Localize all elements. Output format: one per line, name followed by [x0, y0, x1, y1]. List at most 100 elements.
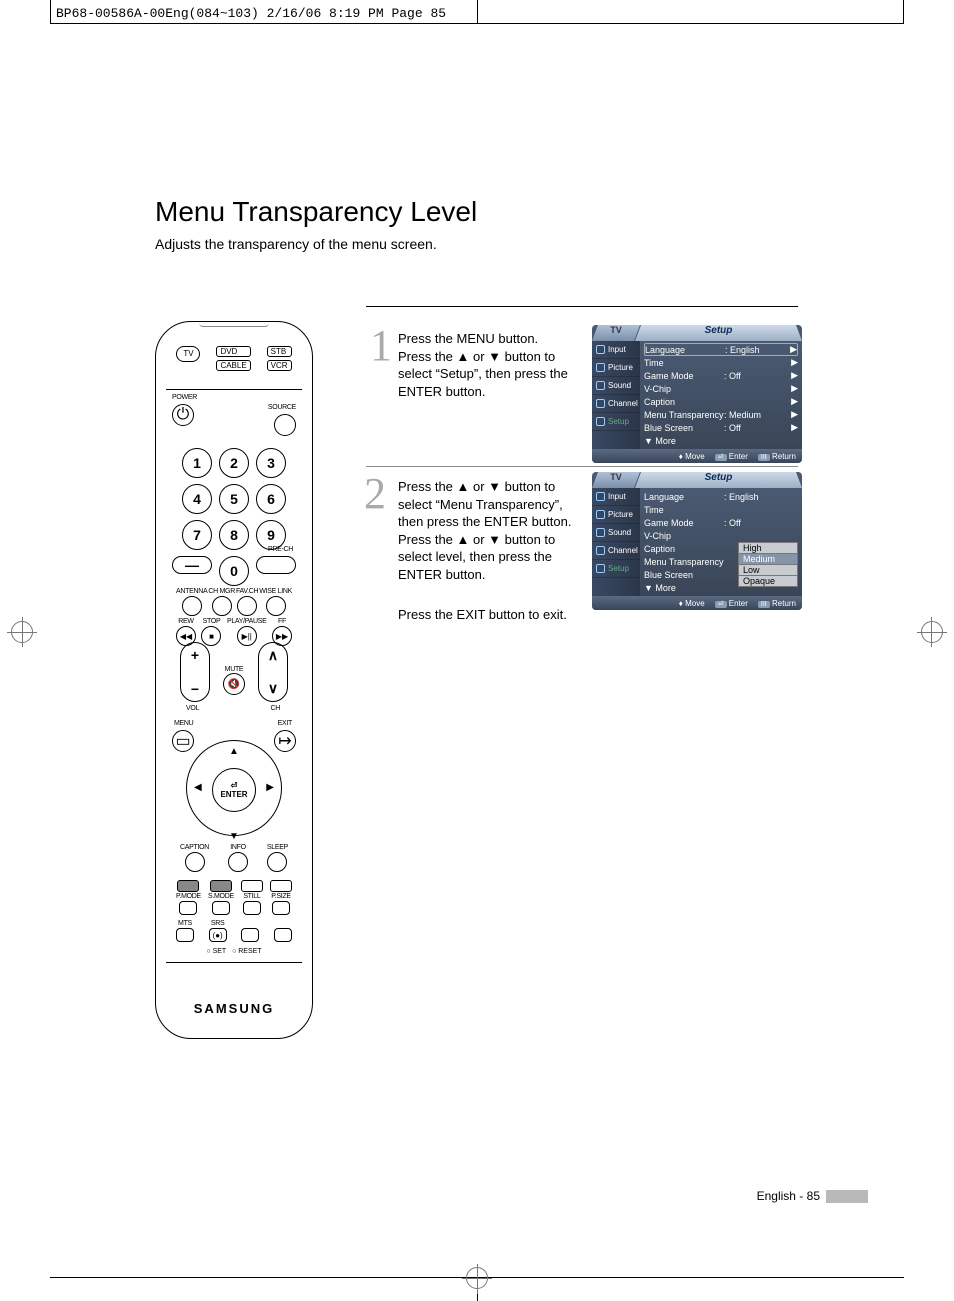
remote-play-label: PLAY/PAUSE: [227, 618, 267, 625]
osd-row-caption: Caption▶: [644, 395, 798, 408]
remote-pmode-button: [179, 901, 197, 915]
remote-reset-label: ○ RESET: [232, 948, 262, 955]
remote-stb-button: STB: [267, 346, 292, 357]
step-2-number: 2: [364, 468, 386, 519]
page-footer-bar: [826, 1190, 868, 1203]
print-slug: BP68-00586A-00Eng(084~103) 2/16/06 8:19 …: [56, 6, 446, 21]
remote-mute-button: 🔇: [223, 673, 245, 695]
remote-digit-7: 7: [182, 520, 212, 550]
remote-cable-button: CABLE: [216, 360, 250, 371]
osd-footer: ♦ Move ⏎ Enter III Return: [592, 449, 802, 463]
osd2-option-opaque: Opaque: [738, 575, 798, 587]
remote-enter-button: ⏎ENTER: [212, 768, 256, 812]
remote-caption-label: CAPTION: [180, 844, 209, 851]
remote-dash-button: —: [172, 556, 212, 574]
remote-blue-button: [270, 880, 292, 892]
remote-green-button: [210, 880, 232, 892]
remote-mute-label: MUTE: [223, 666, 245, 673]
remote-blank1-button: [241, 928, 259, 942]
remote-tv-button: TV: [176, 346, 200, 362]
osd-side-sound: Sound: [592, 377, 640, 395]
remote-power-button: ⏻: [172, 404, 194, 426]
remote-ff-label: FF: [278, 618, 286, 625]
remote-source-button: [274, 414, 296, 441]
remote-antenna-button: [182, 596, 202, 616]
remote-ch-rocker: ∧∨ CH: [258, 642, 288, 702]
remote-digit-0: 0: [219, 556, 249, 586]
remote-favch-label: FAV.CH: [236, 588, 258, 595]
remote-dpad-down-icon: ▼: [229, 831, 239, 842]
osd-tab-setup: Setup: [635, 325, 802, 341]
remote-digit-8: 8: [219, 520, 249, 550]
remote-dpad-up-icon: ▲: [229, 746, 239, 757]
remote-dpad-left-icon: ◀: [194, 782, 202, 793]
remote-info-button: [228, 852, 248, 872]
remote-yellow-button: [241, 880, 263, 892]
step-2-after: Press the EXIT button to exit.: [398, 606, 588, 624]
remote-rew-label: REW: [178, 618, 193, 625]
remote-vcr-button: VCR: [267, 360, 292, 371]
osd-tab-tv: TV: [592, 325, 640, 341]
osd2-row-time: Time: [644, 503, 798, 516]
remote-chmgr-label: CH MGR: [208, 588, 235, 595]
osd2-side-sound: Sound: [592, 524, 640, 542]
remote-psize-button: [272, 901, 290, 915]
remote-exit-label: EXIT: [278, 720, 292, 727]
osd-row-language: Language: English▶: [644, 343, 798, 356]
remote-digit-2: 2: [219, 448, 249, 478]
remote-chmgr-button: [212, 596, 232, 616]
osd-row-time: Time▶: [644, 356, 798, 369]
osd2-options-popup: High Medium Low Opaque: [738, 542, 798, 586]
osd2-main-panel: Language: English Time Game Mode: Off V-…: [640, 488, 802, 596]
osd2-side-setup: Setup: [592, 560, 640, 578]
remote-red-button: [177, 880, 199, 892]
remote-psize-label: P.SIZE: [271, 893, 290, 900]
remote-vol-label: VOL: [186, 705, 199, 712]
osd-sidebar: Input Picture Sound Channel Setup: [592, 341, 640, 449]
osd-row-bluescreen: Blue Screen: Off▶: [644, 421, 798, 434]
remote-prech-label: PRE-CH: [268, 546, 293, 553]
remote-still-button: [243, 901, 261, 915]
osd-row-transparency: Menu Transparency: Medium▶: [644, 408, 798, 421]
remote-stop-label: STOP: [203, 618, 221, 625]
osd2-side-picture: Picture: [592, 506, 640, 524]
remote-caption-button: [185, 852, 205, 872]
remote-blank2-button: [274, 928, 292, 942]
remote-mts-button: [176, 928, 194, 942]
remote-brand-logo: SAMSUNG: [156, 1001, 312, 1016]
osd-side-channel: Channel: [592, 395, 640, 413]
osd-side-setup: Setup: [592, 413, 640, 431]
step-separator: [366, 466, 798, 467]
osd-main-panel: Language: English▶ Time▶ Game Mode: Off▶…: [640, 341, 802, 449]
remote-still-label: STILL: [243, 893, 260, 900]
osd-row-gamemode: Game Mode: Off▶: [644, 369, 798, 382]
remote-wiselink-label: WISE LINK: [259, 588, 292, 595]
page-subtitle: Adjusts the transparency of the menu scr…: [155, 236, 437, 252]
remote-info-label: INFO: [230, 844, 246, 851]
remote-favch-button: [237, 596, 257, 616]
osd2-row-language: Language: English: [644, 490, 798, 503]
osd2-footer: ♦ Move ⏎ Enter III Return: [592, 596, 802, 610]
osd2-tab-tv: TV: [592, 472, 640, 488]
remote-power-label: POWER: [172, 394, 197, 401]
remote-source-label: SOURCE: [268, 404, 296, 411]
remote-smode-button: [212, 901, 230, 915]
remote-antenna-label: ANTENNA: [176, 588, 207, 595]
remote-set-label: ○ SET: [206, 948, 226, 955]
remote-mts-label: MTS: [178, 920, 192, 927]
osd2-sidebar: Input Picture Sound Channel Setup: [592, 488, 640, 596]
remote-srs-button: (●): [209, 928, 227, 942]
page-title: Menu Transparency Level: [155, 196, 477, 228]
remote-play-button: ▶||: [237, 626, 257, 646]
remote-digit-6: 6: [256, 484, 286, 514]
remote-dpad-right-icon: ▶: [266, 782, 274, 793]
remote-ch-label: CH: [270, 705, 280, 712]
remote-wiselink-button: [266, 596, 286, 616]
osd-side-input: Input: [592, 341, 640, 359]
osd2-row-gamemode: Game Mode: Off: [644, 516, 798, 529]
remote-dvd-button: DVD: [216, 346, 250, 357]
remote-digit-4: 4: [182, 484, 212, 514]
osd-row-vchip: V-Chip▶: [644, 382, 798, 395]
osd2-side-input: Input: [592, 488, 640, 506]
remote-menu-label: MENU: [174, 720, 193, 727]
